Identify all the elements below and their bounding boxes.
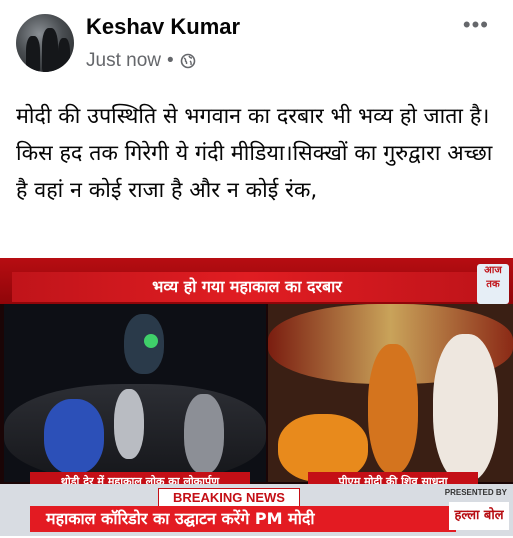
image-panel-left — [4, 304, 266, 482]
sponsor-logo: हल्ला बोल — [449, 502, 509, 530]
image-headline: भव्य हो गया महाकाल का दरबार — [12, 272, 482, 302]
globe-icon[interactable] — [180, 53, 196, 69]
post-text: मोदी की उपस्थिति से भगवान का दरबार भी भव… — [16, 104, 493, 203]
meta-separator: • — [166, 50, 174, 71]
news-ticker: महाकाल कॉरिडोर का उद्घाटन करेंगे PM मोदी — [30, 506, 456, 532]
image-panel-right — [268, 304, 513, 482]
channel-logo: आज तक — [477, 264, 509, 304]
author-name[interactable]: Keshav Kumar — [86, 14, 240, 40]
avatar[interactable] — [16, 14, 74, 72]
more-options-icon[interactable]: ••• — [463, 12, 489, 38]
post-image[interactable]: भव्य हो गया महाकाल का दरबार आज तक थोड़ी … — [0, 258, 513, 536]
presented-by-label: PRESENTED BY — [444, 488, 507, 497]
post-time[interactable]: Just now — [86, 50, 161, 72]
post-header: Keshav Kumar Just now • ••• — [0, 0, 513, 88]
breaking-news-label: BREAKING NEWS — [158, 488, 300, 508]
post-meta: Just now • — [86, 50, 196, 72]
